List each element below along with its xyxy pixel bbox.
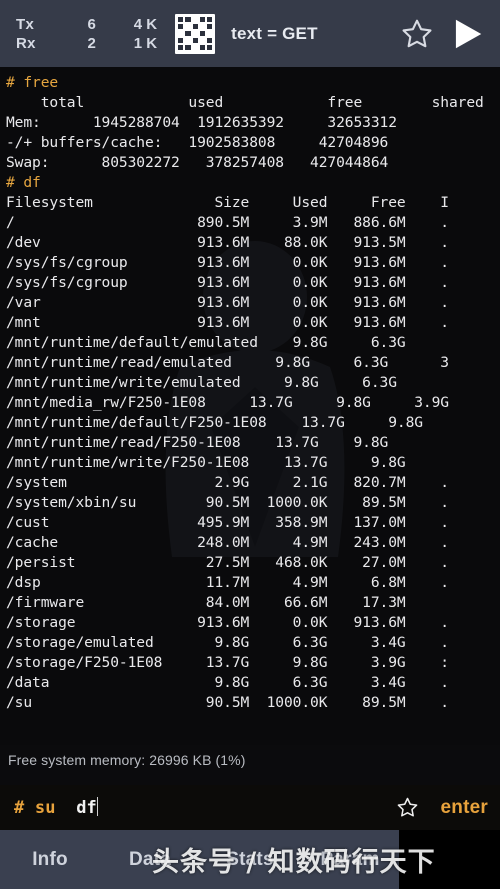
terminal-output-line: /mnt/runtime/read/emulated 9.8G 6.3G 3: [6, 354, 449, 371]
terminal-output-line: -/+ buffers/cache: 1902583808 42704896: [6, 134, 389, 151]
top-status-bar: Tx Rx 6 2 4 K 1 K text = GET: [0, 0, 500, 67]
terminal-output-line: Swap: 805302272 378257408 427044864: [6, 154, 389, 171]
terminal-output-line: /persist 27.5M 468.0K 27.0M .: [6, 554, 449, 571]
terminal-output-line: /mnt/runtime/write/emulated 9.8G 6.3G: [6, 374, 397, 391]
terminal-output-line: /mnt/media_rw/F250-1E08 13.7G 9.8G 3.9G: [6, 394, 449, 411]
terminal-output-line: /mnt/runtime/default/F250-1E08 13.7G 9.8…: [6, 414, 423, 431]
app-root: Tx Rx 6 2 4 K 1 K text = GET # free tota…: [0, 0, 500, 889]
terminal-output-pane[interactable]: # free total used free shared bu Mem: 194…: [0, 67, 500, 745]
terminal-output-line: /sys/fs/cgroup 913.6M 0.0K 913.6M .: [6, 254, 449, 271]
terminal-output-line: /storage 913.6M 0.0K 913.6M .: [6, 614, 449, 631]
terminal-output-line: /mnt/runtime/default/emulated 9.8G 6.3G: [6, 334, 406, 351]
terminal-output-line: /mnt 913.6M 0.0K 913.6M .: [6, 314, 449, 331]
terminal-output-line: total used free shared bu: [40, 94, 484, 111]
terminal-output-line: /mnt/runtime/write/F250-1E08 13.7G 9.8G: [6, 454, 406, 471]
txrx-counts: 6 2: [82, 15, 96, 53]
command-input-value: df: [76, 798, 97, 818]
terminal-output-line: /var 913.6M 0.0K 913.6M .: [6, 294, 449, 311]
tx-label: Tx: [16, 15, 35, 33]
mode-label: text = GET: [231, 23, 318, 43]
command-input-field[interactable]: df: [56, 797, 99, 818]
favorite-star-icon[interactable]: [396, 796, 419, 819]
text-cursor: [96, 797, 99, 816]
txrx-rates: 4 K 1 K: [134, 15, 157, 53]
terminal-output-line: / 890.5M 3.9M 886.6M .: [6, 214, 449, 231]
terminal-output-line: /dev 913.6M 88.0K 913.5M .: [6, 234, 449, 251]
terminal-command-line: # free: [6, 74, 59, 91]
shell-prompt: # su: [14, 797, 56, 818]
txrx-labels: Tx Rx: [16, 15, 36, 53]
rx-label: Rx: [16, 34, 36, 52]
tab-info[interactable]: Info: [0, 849, 100, 871]
terminal-output-line: /su 90.5M 1000.0K 89.5M .: [6, 694, 449, 711]
free-memory-status: Free system memory: 26996 KB (1%): [8, 752, 246, 768]
terminal-output-line: Filesystem Size Used Free I: [6, 194, 449, 211]
terminal-output-line: /storage/emulated 9.8G 6.3G 3.4G .: [6, 634, 449, 651]
command-input-bar[interactable]: # su df enter: [0, 785, 500, 830]
overlay-watermark-text: 头条号 / 知数码行天下: [152, 847, 436, 878]
star-outline-icon[interactable]: [400, 17, 434, 51]
terminal-output-line: /data 9.8G 6.3G 3.4G .: [6, 674, 449, 691]
terminal-output-line: /system/xbin/su 90.5M 1000.0K 89.5M .: [6, 494, 449, 511]
terminal-command-line: # df: [6, 174, 41, 191]
rx-rate: 1 K: [133, 34, 158, 52]
terminal-text: # free total used free shared bu Mem: 194…: [0, 67, 500, 713]
terminal-output-line: /system 2.9G 2.1G 820.7M .: [6, 474, 449, 491]
tx-count: 6: [87, 15, 96, 33]
enter-button[interactable]: enter: [441, 797, 488, 819]
terminal-output-line: /mnt/runtime/read/F250-1E08 13.7G 9.8G: [6, 434, 389, 451]
terminal-output-line: /cache 248.0M 4.9M 243.0M .: [6, 534, 449, 551]
terminal-output-line: /sys/fs/cgroup 913.6M 0.0K 913.6M .: [6, 274, 449, 291]
rx-count: 2: [87, 34, 96, 52]
terminal-output-line: /storage/F250-1E08 13.7G 9.8G 3.9G :: [6, 654, 449, 671]
terminal-output-line: Mem: 1945288704 1912635392 32653312: [6, 114, 484, 131]
matrix-grid-icon[interactable]: [175, 13, 216, 54]
terminal-output-line: /cust 495.9M 358.9M 137.0M .: [6, 514, 449, 531]
tx-rate: 4 K: [133, 15, 158, 33]
terminal-output-line: /dsp 11.7M 4.9M 6.8M .: [6, 574, 449, 591]
terminal-output-line: /firmware 84.0M 66.6M 17.3M: [6, 594, 406, 611]
play-triangle-icon[interactable]: [448, 15, 486, 53]
